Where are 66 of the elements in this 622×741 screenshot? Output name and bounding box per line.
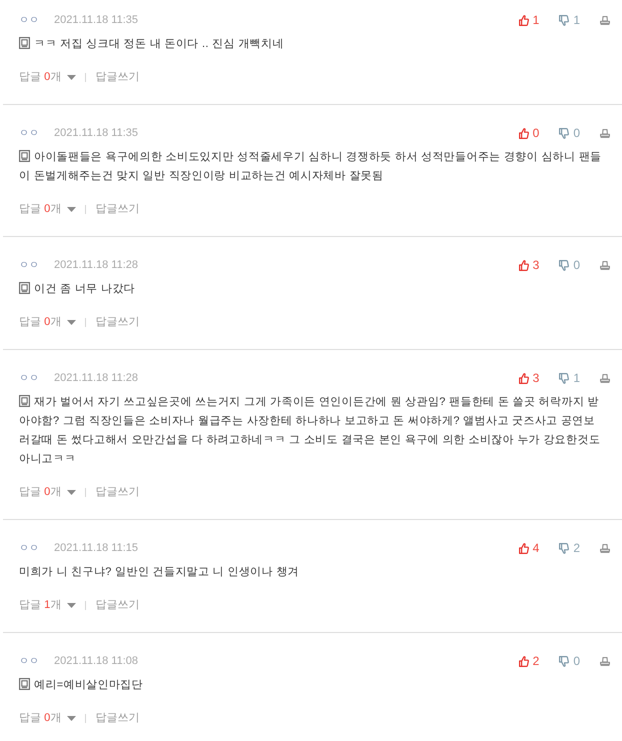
thumbs-up-icon	[518, 260, 529, 270]
reply-count-button[interactable]: 답글 0개	[19, 69, 76, 85]
caret-icon	[67, 74, 76, 80]
dislike-button[interactable]: 0	[559, 258, 580, 272]
author-name: ㅇㅇ	[19, 259, 39, 272]
thumbs-up-icon	[518, 372, 529, 384]
thumbs-up-icon	[518, 128, 529, 138]
comment-date: 2021.11.18 11:15	[54, 542, 138, 554]
stamp-icon[interactable]	[600, 128, 610, 138]
comment-date: 2021.11.18 11:35	[54, 14, 138, 26]
comment-text: 아이돌팬들은 욕구에의한 소비도있지만 성적줄세우기 심하니 경쟁하듯 하서 성적만들어주는 경향이 심하니 팬들이 돈벌게해주는건 맞지 일반 직장인이랑 비교하는건 예시자체바 잘못됨	[19, 151, 602, 182]
dislike-button[interactable]: 1	[559, 371, 580, 385]
write-reply-link[interactable]: 답글쓰기	[95, 597, 140, 613]
write-reply-link[interactable]: 답글쓰기	[95, 710, 140, 726]
thumbs-up-icon	[518, 14, 529, 26]
author-name: ㅇㅇ	[19, 127, 39, 140]
author-name: ㅇㅇ	[19, 14, 39, 27]
stamp-icon[interactable]	[600, 16, 610, 24]
thumbs-down-icon	[559, 656, 570, 666]
like-button[interactable]: 1	[518, 13, 540, 27]
stamp-icon[interactable]	[600, 260, 610, 270]
reply-count-button[interactable]: 답글 0개	[19, 314, 76, 330]
caret-icon	[67, 602, 76, 608]
reply-count-button[interactable]: 답글 0개	[19, 710, 76, 726]
author-name: ㅇㅇ	[19, 372, 39, 385]
stamp-icon[interactable]	[600, 374, 610, 382]
comment-date: 2021.11.18 11:28	[54, 259, 138, 271]
like-button[interactable]: 3	[518, 371, 540, 385]
reply-count-button[interactable]: 답글 0개	[19, 201, 76, 217]
comment-date: 2021.11.18 11:08	[54, 655, 138, 667]
thumbs-down-icon	[559, 260, 570, 270]
comment-text: 미희가 니 친구냐? 일반인 건들지말고 니 인생이나 챙겨	[19, 566, 300, 578]
comment-date: 2021.11.18 11:28	[54, 372, 138, 384]
thumbs-down-icon	[559, 14, 570, 26]
comment-text: 재가 벌어서 자기 쓰고싶은곳에 쓰는거지 그게 가족이든 연인이든간에 뭔 상관임? 팬들한테 돈 쓸곳 허락까지 받아야함? 그럼 직장인들은 소비자나 월급주는 사장한테 하나하나 보고하고 돈 써야하게? 앨범사고 굿즈사고 공연보러갈때 돈 썼다고해서 오만간섭을 다 하려고하네ㅋㅋ 그 소비도 결국은 본인 욕구에 의한 소비잖아 누가 강요한것도 아니고ㅋㅋ	[19, 396, 600, 465]
reply-count-button[interactable]: 답글 0개	[19, 484, 76, 500]
dislike-button[interactable]: 1	[559, 13, 580, 27]
comment-text: 이건 좀 너무 나갔다	[34, 283, 136, 295]
write-reply-link[interactable]: 답글쓰기	[95, 314, 140, 330]
author-name: ㅇㅇ	[19, 655, 39, 668]
thumbs-down-icon	[559, 372, 570, 384]
comment-text: ㅋㅋ 저집 싱크대 정돈 내 돈이다 .. 진심 개빽치네	[34, 38, 284, 50]
dislike-button[interactable]: 2	[559, 541, 580, 555]
caret-icon	[67, 490, 76, 495]
thumbs-down-icon	[559, 128, 570, 138]
stamp-icon[interactable]	[600, 544, 610, 552]
like-button[interactable]: 4	[518, 541, 540, 555]
stamp-icon[interactable]	[600, 656, 610, 666]
write-reply-link[interactable]: 답글쓰기	[95, 201, 140, 217]
comment-date: 2021.11.18 11:35	[54, 127, 138, 139]
thumbs-up-icon	[518, 656, 529, 666]
caret-icon	[67, 206, 76, 212]
dislike-button[interactable]: 0	[559, 654, 580, 668]
write-reply-link[interactable]: 답글쓰기	[95, 484, 140, 500]
reply-count-button[interactable]: 답글 1개	[19, 597, 76, 613]
comment-text: 예리=예비살인마집단	[34, 679, 143, 691]
write-reply-link[interactable]: 답글쓰기	[95, 69, 140, 85]
thumbs-down-icon	[559, 542, 570, 554]
like-button[interactable]: 3	[518, 258, 540, 272]
author-name: ㅇㅇ	[19, 542, 39, 555]
like-button[interactable]: 2	[518, 654, 540, 668]
caret-icon	[67, 716, 76, 721]
thumbs-up-icon	[518, 542, 529, 554]
caret-icon	[67, 320, 76, 325]
like-button[interactable]: 0	[518, 126, 540, 140]
dislike-button[interactable]: 0	[559, 126, 580, 140]
